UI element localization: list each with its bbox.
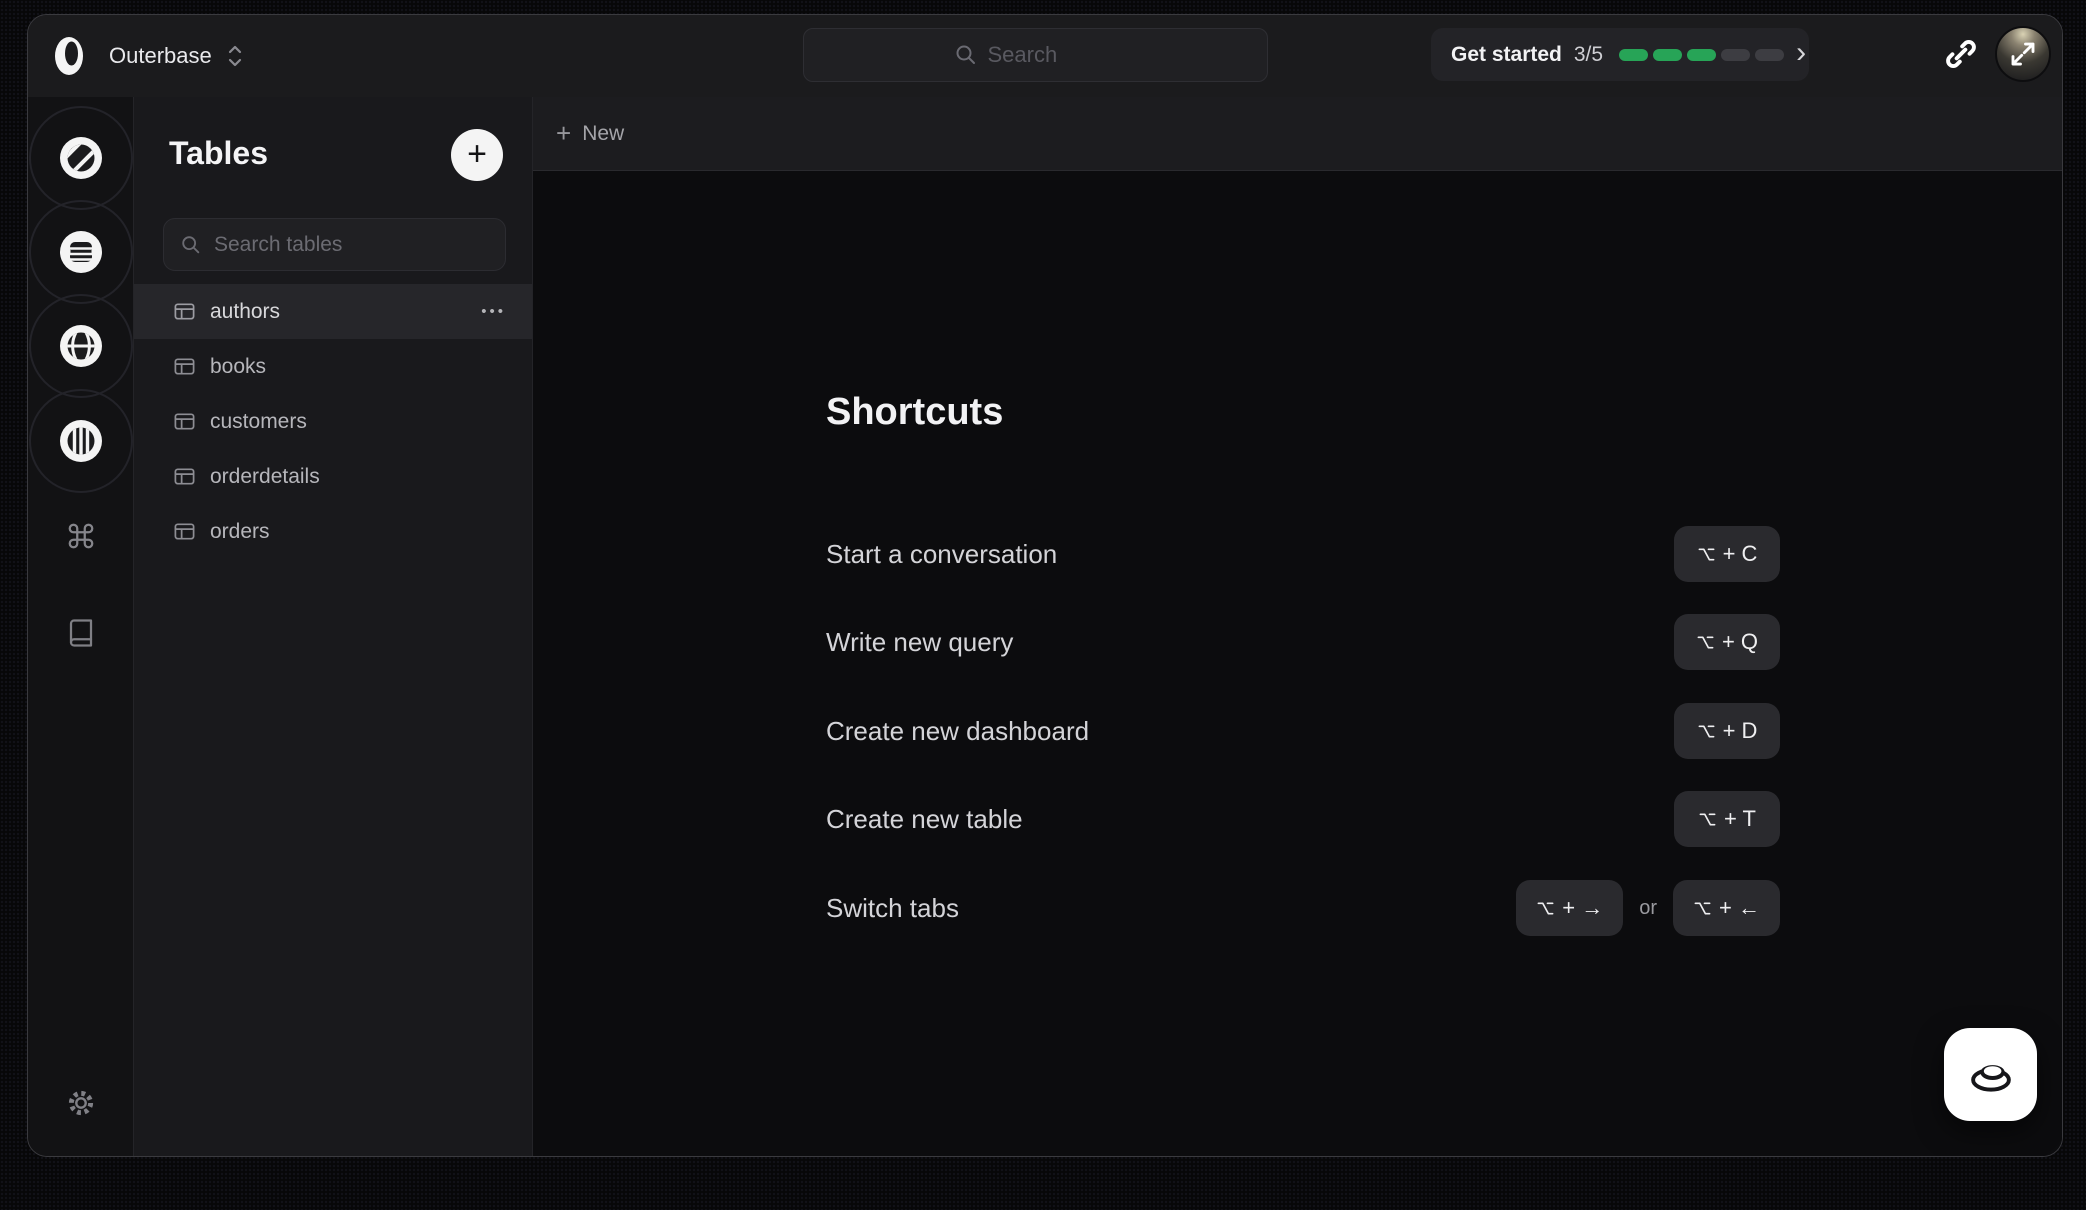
- new-tab-button[interactable]: + New: [556, 120, 624, 148]
- keycap-text: + Q: [1722, 629, 1758, 655]
- table-search-input[interactable]: [214, 233, 489, 257]
- base-rail: [28, 97, 134, 1156]
- shortcut-row: Start a conversation + C: [826, 526, 1780, 582]
- global-search[interactable]: [803, 28, 1268, 82]
- sidebar-title: Tables: [169, 135, 268, 172]
- keycap-text: + D: [1723, 718, 1758, 744]
- chevron-up-down-icon: [226, 43, 244, 69]
- shortcut-row: Write new query + Q: [826, 614, 1780, 670]
- docs-book-icon[interactable]: [66, 618, 96, 648]
- new-tab-label: New: [582, 122, 624, 146]
- keycap-option-right-arrow: + →: [1516, 880, 1623, 936]
- table-row-books[interactable]: books: [134, 339, 532, 394]
- shortcut-row: Create new dashboard + D: [826, 703, 1780, 759]
- search-icon: [180, 234, 202, 256]
- settings-gear-icon[interactable]: [66, 1088, 96, 1118]
- option-key-icon: [1696, 633, 1715, 652]
- main-area: + New Shortcuts Start a conversation: [533, 97, 2062, 1156]
- plus-icon: +: [556, 120, 571, 148]
- option-key-icon: [1536, 899, 1555, 918]
- get-started-progress-pills: [1619, 49, 1784, 61]
- shortcut-label: Write new query: [826, 627, 1013, 658]
- table-icon: [173, 465, 196, 488]
- table-row-customers[interactable]: customers: [134, 394, 532, 449]
- table-icon: [173, 410, 196, 433]
- option-key-icon: [1697, 545, 1716, 564]
- progress-pill-todo: [1755, 49, 1784, 61]
- option-key-icon: [1693, 899, 1712, 918]
- progress-pill-done: [1687, 49, 1716, 61]
- tab-bar: + New: [533, 97, 2062, 171]
- keycap-text: + →: [1562, 895, 1603, 921]
- option-key-icon: [1697, 722, 1716, 741]
- get-started-progress-count: 3/5: [1574, 43, 1603, 67]
- avatar[interactable]: [1995, 26, 2051, 82]
- top-bar: Outerbase Get started 3/5: [28, 15, 2062, 97]
- shortcut-row: Switch tabs + → or: [826, 880, 1780, 936]
- base-icon-striped-sphere[interactable]: [58, 135, 104, 181]
- get-started-button[interactable]: Get started 3/5 ›: [1431, 28, 1809, 81]
- table-search[interactable]: [163, 218, 506, 271]
- shortcuts-title: Shortcuts: [826, 391, 1003, 434]
- tables-sidebar: Tables +: [134, 97, 533, 1156]
- table-row-orderdetails[interactable]: orderdetails: [134, 449, 532, 504]
- add-table-button[interactable]: +: [451, 129, 503, 181]
- progress-pill-done: [1653, 49, 1682, 61]
- shortcut-label: Start a conversation: [826, 539, 1057, 570]
- shortcuts-panel: Shortcuts Start a conversation + C: [533, 171, 2062, 1156]
- share-link-button[interactable]: [1933, 26, 1989, 82]
- outerbase-logo-icon: [50, 33, 88, 79]
- shortcut-row: Create new table + T: [826, 791, 1780, 847]
- progress-pill-todo: [1721, 49, 1750, 61]
- command-palette-icon[interactable]: [66, 521, 96, 551]
- shortcut-label: Create new table: [826, 804, 1023, 835]
- shortcut-label: Switch tabs: [826, 893, 959, 924]
- workspace-switcher[interactable]: Outerbase: [109, 15, 244, 97]
- keycap-option-t: + T: [1674, 791, 1780, 847]
- global-search-input[interactable]: [988, 42, 1118, 68]
- plus-icon: +: [467, 137, 487, 171]
- table-name: customers: [210, 410, 307, 434]
- option-key-icon: [1698, 810, 1717, 829]
- table-name: orders: [210, 520, 270, 544]
- table-row-orders[interactable]: orders: [134, 504, 532, 559]
- base-icon-globe[interactable]: [58, 323, 104, 369]
- desktop: Outerbase Get started 3/5: [0, 0, 2086, 1210]
- shortcut-label: Create new dashboard: [826, 716, 1089, 747]
- base-icon-tables-selected[interactable]: [58, 229, 104, 275]
- table-icon: [173, 300, 196, 323]
- keycap-text: + C: [1723, 541, 1758, 567]
- search-icon: [954, 43, 978, 67]
- keycap-text: + ←: [1719, 895, 1760, 921]
- keycap-option-left-arrow: + ←: [1673, 880, 1780, 936]
- table-row-authors[interactable]: authors •••: [134, 284, 532, 339]
- base-icon-columns[interactable]: [58, 418, 104, 464]
- hat-icon: [1965, 1049, 2017, 1101]
- link-icon: [1943, 36, 1979, 72]
- keycap-text: + T: [1724, 806, 1756, 832]
- table-icon: [173, 520, 196, 543]
- more-options-icon[interactable]: •••: [481, 303, 506, 320]
- table-name: orderdetails: [210, 465, 320, 489]
- ai-assistant-button[interactable]: [1944, 1028, 2037, 1121]
- keycap-option-c: + C: [1674, 526, 1780, 582]
- app-window: Outerbase Get started 3/5: [27, 14, 2063, 1157]
- table-icon: [173, 355, 196, 378]
- expand-icon: [2008, 39, 2038, 69]
- table-name: books: [210, 355, 266, 379]
- workspace-name: Outerbase: [109, 43, 212, 69]
- table-name: authors: [210, 300, 280, 324]
- get-started-label: Get started: [1451, 43, 1562, 67]
- or-label: or: [1639, 897, 1657, 920]
- chevron-right-icon[interactable]: ›: [1796, 38, 1806, 72]
- keycap-option-q: + Q: [1674, 614, 1780, 670]
- progress-pill-done: [1619, 49, 1648, 61]
- table-list: authors ••• books: [134, 284, 532, 559]
- keycap-option-d: + D: [1674, 703, 1780, 759]
